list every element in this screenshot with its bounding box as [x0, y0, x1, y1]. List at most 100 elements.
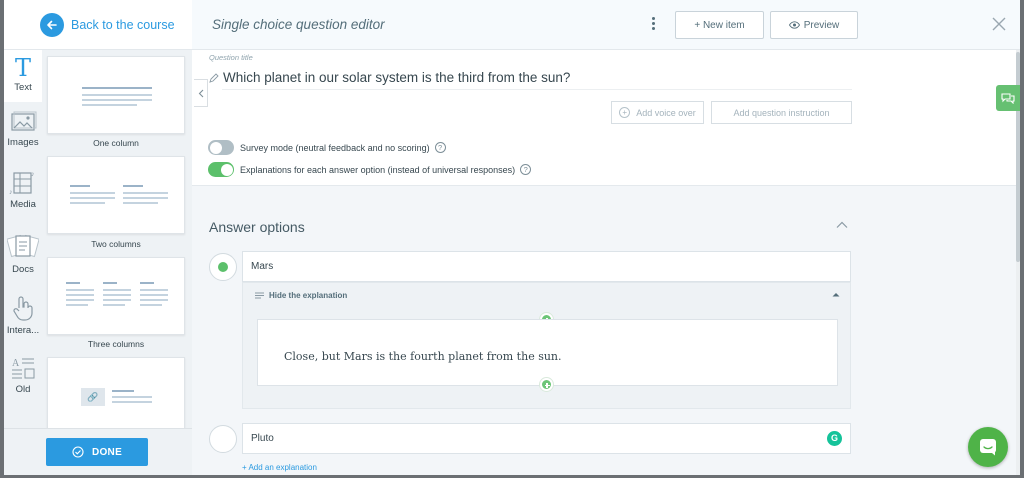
tab-images[interactable]: Images: [4, 108, 42, 158]
image-icon: [11, 111, 37, 131]
answer-radio-mars[interactable]: [209, 253, 237, 281]
chevron-up-icon[interactable]: [836, 221, 848, 229]
pencil-icon: [209, 73, 219, 83]
tab-text[interactable]: T Text: [4, 50, 42, 102]
old-blocks-icon: A: [12, 358, 35, 379]
preview-line: [66, 289, 94, 291]
layout-one-column[interactable]: [47, 56, 185, 134]
done-label: DONE: [91, 446, 123, 458]
answer-option-text: Mars: [251, 261, 274, 272]
done-button[interactable]: DONE: [46, 438, 148, 466]
tab-docs-label: Docs: [12, 264, 34, 275]
preview-line: [70, 202, 105, 204]
preview-line: [103, 282, 117, 284]
media-icon: ♪♪: [9, 171, 35, 196]
check-circle-icon: [72, 446, 84, 458]
scrollbar-thumb[interactable]: [1016, 52, 1020, 262]
preview-line: [123, 192, 168, 194]
preview-line: [140, 282, 154, 284]
explanations-label: Explanations for each answer option (ins…: [240, 164, 516, 175]
chat-launcher-button[interactable]: [968, 427, 1008, 467]
tab-images-label: Images: [7, 137, 39, 148]
toggle-knob: [209, 141, 222, 154]
explanations-row: Explanations for each answer option (ins…: [208, 162, 532, 177]
new-item-button[interactable]: + New item: [675, 11, 764, 39]
feedback-tab[interactable]: [996, 85, 1020, 111]
question-title-input[interactable]: Which planet in our solar system is the …: [223, 70, 570, 85]
preview-button[interactable]: Preview: [770, 11, 858, 39]
text-icon: T: [14, 54, 31, 82]
answer-option-mars[interactable]: Mars: [242, 251, 851, 282]
tab-interactive[interactable]: Intera...: [4, 294, 42, 344]
more-options-icon[interactable]: [652, 17, 656, 31]
chat-bubbles-icon: [1001, 93, 1015, 104]
add-question-instruction-button[interactable]: Add question instruction: [711, 101, 852, 124]
preview-line: [140, 299, 168, 301]
preview-label: Preview: [803, 19, 840, 31]
scrollbar[interactable]: [1016, 50, 1020, 475]
preview-line: [103, 289, 131, 291]
back-to-course-link[interactable]: Back to the course: [4, 0, 192, 50]
explanation-editor[interactable]: Close, but Mars is the fourth planet fro…: [257, 319, 838, 386]
grammarly-icon[interactable]: G: [827, 431, 842, 446]
preview-line: [82, 99, 152, 101]
lines-icon: [255, 292, 264, 299]
docs-icon: [6, 234, 40, 258]
page-title: Single choice question editor: [212, 17, 385, 32]
answer-option-pluto[interactable]: Pluto G: [242, 423, 851, 454]
add-content-below-icon[interactable]: [540, 378, 553, 391]
help-icon[interactable]: ?: [520, 164, 532, 175]
tab-interactive-label: Intera...: [6, 325, 40, 336]
preview-line: [103, 304, 125, 306]
question-section: Question title Which planet in our solar…: [192, 50, 1020, 186]
svg-text:♪: ♪: [9, 189, 13, 196]
preview-line: [123, 185, 143, 187]
tab-media[interactable]: ♪ ♪ Media: [4, 170, 42, 220]
caret-up-icon[interactable]: [832, 292, 840, 297]
preview-line: [70, 197, 115, 199]
add-circle-icon: +: [619, 107, 631, 118]
explanations-toggle[interactable]: [208, 162, 234, 177]
answer-option-text: Pluto: [251, 433, 274, 444]
tab-media-label: Media: [10, 199, 36, 210]
done-bar: DONE: [4, 428, 192, 475]
layout-templates: One column Two columns Three columns 🔗: [42, 50, 192, 428]
tab-text-label: Text: [14, 82, 32, 93]
tab-docs[interactable]: Docs: [4, 233, 42, 283]
back-arrow-icon: [40, 12, 64, 37]
preview-line: [66, 294, 94, 296]
interactive-icon: [13, 296, 33, 321]
editor-header: Single choice question editor + New item…: [192, 0, 1020, 50]
preview-line: [112, 396, 152, 398]
layout-one-column-label: One column: [93, 138, 139, 148]
layout-image-text[interactable]: 🔗: [47, 357, 185, 428]
back-to-course-label: Back to the course: [71, 17, 175, 32]
preview-line: [123, 197, 168, 199]
preview-line: [82, 104, 137, 106]
layout-two-columns[interactable]: [47, 156, 185, 234]
preview-line: [70, 192, 115, 194]
preview-line: [112, 401, 152, 403]
explanation-panel: Hide the explanation Close, but Mars is …: [242, 282, 851, 409]
preview-line: [140, 289, 168, 291]
sidebar: Back to the course T Text Images ♪ ♪ Medi…: [4, 0, 192, 475]
hide-explanation-button[interactable]: Hide the explanation: [255, 291, 347, 300]
add-voice-over-label: Add voice over: [636, 107, 696, 118]
preview-line: [112, 390, 134, 392]
help-icon[interactable]: ?: [434, 142, 446, 153]
tab-old[interactable]: A Old: [4, 355, 42, 405]
editor-window: Back to the course T Text Images ♪ ♪ Medi…: [4, 0, 1020, 475]
layout-three-columns[interactable]: [47, 257, 185, 335]
chevron-left-icon: [198, 89, 203, 97]
preview-line: [66, 299, 94, 301]
answer-radio-pluto[interactable]: [209, 425, 237, 453]
preview-line: [140, 294, 168, 296]
block-type-tabs: T Text Images ♪♪ Media Docs Intera... A: [4, 50, 42, 428]
radio-selected-dot: [218, 262, 228, 272]
preview-line: [70, 185, 90, 187]
survey-mode-toggle[interactable]: [208, 140, 234, 155]
collapse-sidebar-button[interactable]: [194, 79, 208, 107]
add-voice-over-button[interactable]: + Add voice over: [611, 101, 704, 124]
add-explanation-link[interactable]: + Add an explanation: [242, 463, 317, 472]
close-icon[interactable]: [990, 15, 1008, 33]
